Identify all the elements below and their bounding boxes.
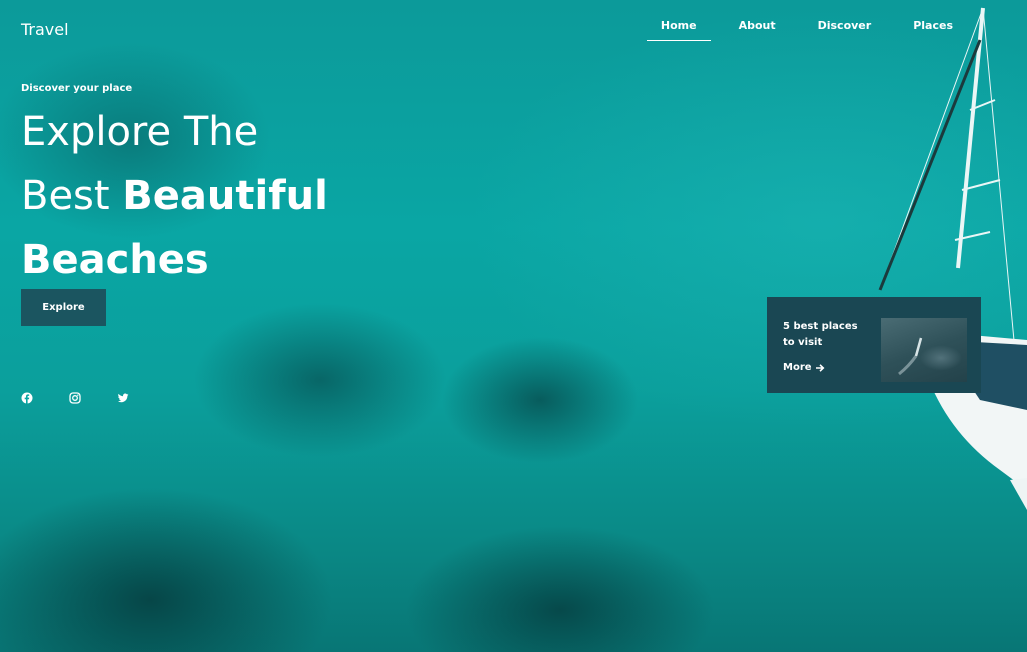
twitter-icon[interactable] [117,392,129,404]
brand-logo[interactable]: Travel [21,20,69,39]
facebook-icon[interactable] [21,392,33,404]
headline-line-3-bold: Beaches [21,237,209,283]
instagram-icon[interactable] [69,392,81,404]
headline-line-2-regular: Best [21,173,123,219]
card-thumbnail-image [881,318,967,382]
social-links [21,392,129,404]
card-more-label: More [783,362,812,373]
boat-wake-graphic [898,337,923,376]
nav-discover[interactable]: Discover [804,17,886,41]
card-title: 5 best places to visit [783,321,858,348]
hero-section: Travel Home About Discover Places Discov… [0,0,1027,652]
arrow-right-icon [815,363,824,372]
nav-home[interactable]: Home [646,17,711,41]
headline-line-1: Explore The [21,109,259,155]
explore-button[interactable]: Explore [21,289,106,326]
featured-card[interactable]: 5 best places to visit More [767,297,981,393]
sailboat-image [878,7,1027,510]
hero-headline: Explore The Best Beautiful Beaches [21,100,351,292]
nav-about[interactable]: About [725,17,790,41]
hero-eyebrow: Discover your place [21,83,133,94]
card-more-link[interactable]: More [783,362,825,373]
main-nav: Home About Discover Places [633,17,967,41]
headline-line-2-bold: Beautiful [122,173,328,219]
nav-places[interactable]: Places [899,17,967,41]
